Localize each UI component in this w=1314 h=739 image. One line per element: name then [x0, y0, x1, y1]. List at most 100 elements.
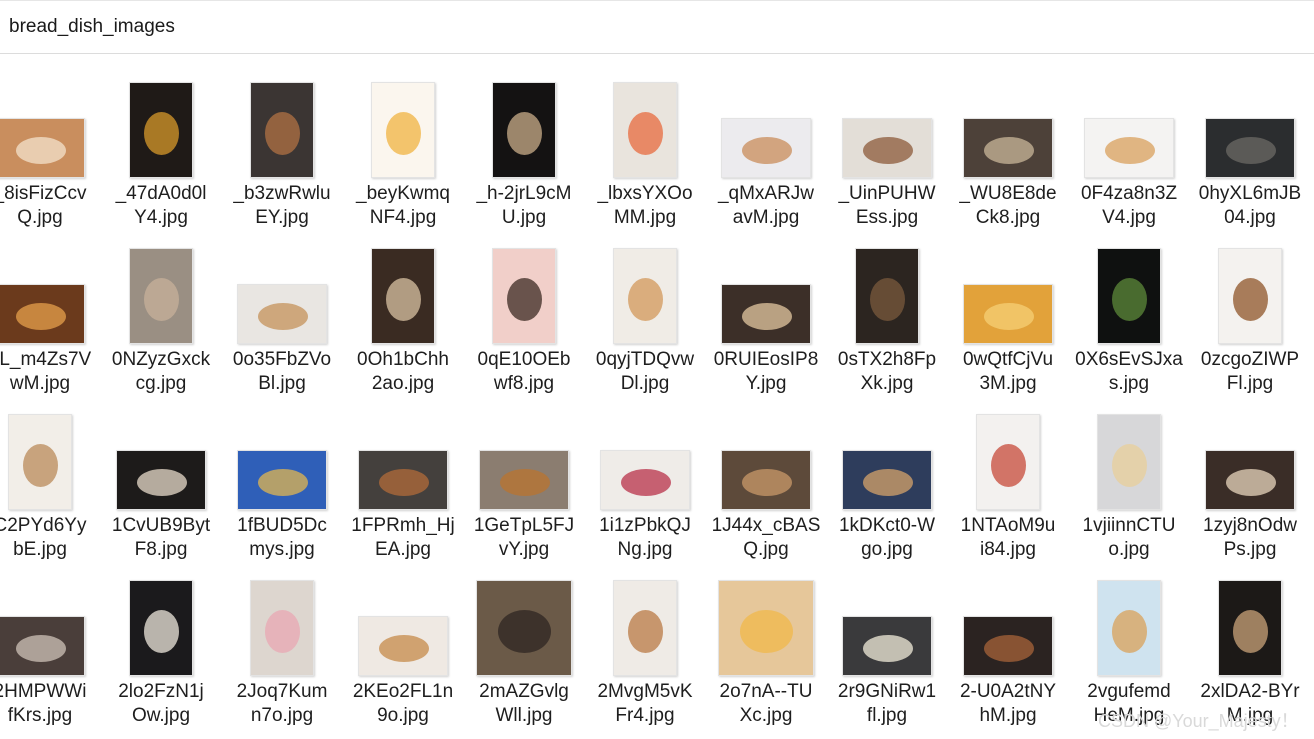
image-preview: [1205, 118, 1295, 178]
file-name-line1: 1kDKct0-W: [838, 515, 936, 536]
file-item[interactable]: 2mAZGvlg Wll.jpg: [464, 552, 584, 726]
file-item[interactable]: _h-2jrL9cM U.jpg: [464, 54, 584, 228]
file-name-line1: 0wQtfCjVu: [962, 349, 1054, 370]
file-thumbnail: [706, 410, 826, 510]
file-name: 2-U0A2tNY hM.jpg: [948, 680, 1068, 728]
file-item[interactable]: 2KEo2FL1n 9o.jpg: [343, 552, 463, 726]
file-item[interactable]: _b3zwRwlu EY.jpg: [222, 54, 342, 228]
file-thumbnail: [101, 78, 221, 178]
image-preview: [613, 82, 677, 178]
file-thumbnail: [101, 244, 221, 344]
file-item[interactable]: 1NTAoM9u i84.jpg: [948, 386, 1068, 560]
image-subject: [863, 635, 913, 662]
address-bar[interactable]: bread_dish_images: [0, 1, 1314, 54]
file-item[interactable]: 1GeTpL5FJ vY.jpg: [464, 386, 584, 560]
file-name-line1: 2lo2FzN1j: [118, 681, 204, 702]
image-subject: [628, 610, 663, 653]
file-thumbnail: [948, 244, 1068, 344]
file-thumbnail: [585, 576, 705, 676]
file-thumbnail: [0, 410, 100, 510]
file-item[interactable]: _47dA0d0l Y4.jpg: [101, 54, 221, 228]
file-thumbnail: [948, 78, 1068, 178]
file-name-line2: n7o.jpg: [250, 705, 314, 726]
file-thumbnail: [585, 244, 705, 344]
file-item[interactable]: 1J44x_cBAS Q.jpg: [706, 386, 826, 560]
image-subject: [628, 278, 663, 321]
file-name: 2lo2FzN1j Ow.jpg: [101, 680, 221, 728]
file-item[interactable]: 2o7nA--TU Xc.jpg: [706, 552, 826, 726]
file-item[interactable]: 0NZyzGxck cg.jpg: [101, 220, 221, 394]
image-preview: [842, 450, 932, 510]
file-item[interactable]: 1fBUD5Dc mys.jpg: [222, 386, 342, 560]
file-item[interactable]: 1kDKct0-W go.jpg: [827, 386, 947, 560]
file-name-line1: 0NZyzGxck: [111, 349, 211, 370]
file-thumbnail: [1190, 244, 1310, 344]
file-item[interactable]: 2r9GNiRw1 fl.jpg: [827, 552, 947, 726]
file-thumbnail: [706, 576, 826, 676]
file-item[interactable]: 1i1zPbkQJ Ng.jpg: [585, 386, 705, 560]
image-subject: [984, 303, 1034, 330]
image-preview: [1218, 580, 1282, 676]
image-preview: [129, 82, 193, 178]
file-item[interactable]: 2MvgM5vK Fr4.jpg: [585, 552, 705, 726]
file-item[interactable]: 0L_m4Zs7VwM.jpg: [0, 220, 100, 394]
file-name-line1: _b3zwRwlu: [233, 183, 331, 204]
file-item[interactable]: 0F4za8n3Z V4.jpg: [1069, 54, 1189, 228]
image-subject: [870, 278, 905, 321]
image-subject: [1233, 278, 1268, 321]
image-subject: [1112, 610, 1147, 653]
file-item[interactable]: _8isFizCcv Q.jpg: [0, 54, 100, 228]
file-item[interactable]: C2PYd6Yy bE.jpg: [0, 386, 100, 560]
file-item[interactable]: 0X6sEvSJxa s.jpg: [1069, 220, 1189, 394]
file-item[interactable]: 0zcgoZIWP Fl.jpg: [1190, 220, 1310, 394]
file-name-line2: hM.jpg: [979, 705, 1037, 726]
file-thumbnail: [1190, 576, 1310, 676]
file-item[interactable]: 0hyXL6mJB 04.jpg: [1190, 54, 1310, 228]
file-name-line1: 0RUIEosIP8: [713, 349, 819, 370]
file-thumbnail: [948, 410, 1068, 510]
file-item[interactable]: 2-U0A2tNY hM.jpg: [948, 552, 1068, 726]
file-name-line1: 1zyj8nOdw: [1203, 515, 1297, 536]
image-preview: [371, 82, 435, 178]
file-name-line1: 1FPRmh_Hj: [351, 515, 455, 536]
file-item[interactable]: 0RUIEosIP8 Y.jpg: [706, 220, 826, 394]
file-thumbnail: [0, 244, 100, 344]
file-item[interactable]: 2Joq7Kum n7o.jpg: [222, 552, 342, 726]
image-subject: [507, 112, 542, 155]
file-name-line1: 0o35FbZVo: [232, 349, 332, 370]
file-name-line1: 2xlDA2-BYr: [1200, 681, 1300, 702]
file-item[interactable]: 0qyjTDQvw Dl.jpg: [585, 220, 705, 394]
file-item[interactable]: 2vgufemd HeM.jpg: [1069, 552, 1189, 726]
file-item[interactable]: 0Oh1bChh 2ao.jpg: [343, 220, 463, 394]
image-subject: [500, 469, 550, 496]
file-item[interactable]: 1CvUB9Byt F8.jpg: [101, 386, 221, 560]
file-item[interactable]: 0qE10OEb wf8.jpg: [464, 220, 584, 394]
file-item[interactable]: 1zyj8nOdw Ps.jpg: [1190, 386, 1310, 560]
file-item[interactable]: _UinPUHW Ess.jpg: [827, 54, 947, 228]
file-item[interactable]: 2lo2FzN1j Ow.jpg: [101, 552, 221, 726]
file-item[interactable]: _WU8E8de Ck8.jpg: [948, 54, 1068, 228]
image-preview: [842, 118, 932, 178]
file-item[interactable]: 2HMPWWi fKrs.jpg: [0, 552, 100, 726]
image-subject: [742, 303, 792, 330]
file-name: 2o7nA--TU Xc.jpg: [706, 680, 826, 728]
file-name-line1: 1vjiinnCTU: [1082, 515, 1176, 536]
file-item[interactable]: _qMxARJw avM.jpg: [706, 54, 826, 228]
file-name: 2mAZGvlg Wll.jpg: [464, 680, 584, 728]
image-preview: [237, 284, 327, 344]
file-item[interactable]: 2xlDA2-BYr M.jpg: [1190, 552, 1310, 726]
file-item[interactable]: 1vjiinnCTU o.jpg: [1069, 386, 1189, 560]
file-item[interactable]: _lbxsYXOo MM.jpg: [585, 54, 705, 228]
file-item[interactable]: 0wQtfCjVu 3M.jpg: [948, 220, 1068, 394]
file-item[interactable]: _beyKwmq NF4.jpg: [343, 54, 463, 228]
file-thumbnail: [585, 78, 705, 178]
file-item[interactable]: 0o35FbZVo Bl.jpg: [222, 220, 342, 394]
image-preview: [1205, 450, 1295, 510]
image-preview: [855, 248, 919, 344]
image-subject: [863, 469, 913, 496]
file-name-line1: 0Oh1bChh: [357, 349, 449, 370]
file-name-line1: 2KEo2FL1n: [352, 681, 454, 702]
file-item[interactable]: 0sTX2h8Fp Xk.jpg: [827, 220, 947, 394]
file-item[interactable]: 1FPRmh_Hj EA.jpg: [343, 386, 463, 560]
image-subject: [144, 610, 179, 653]
